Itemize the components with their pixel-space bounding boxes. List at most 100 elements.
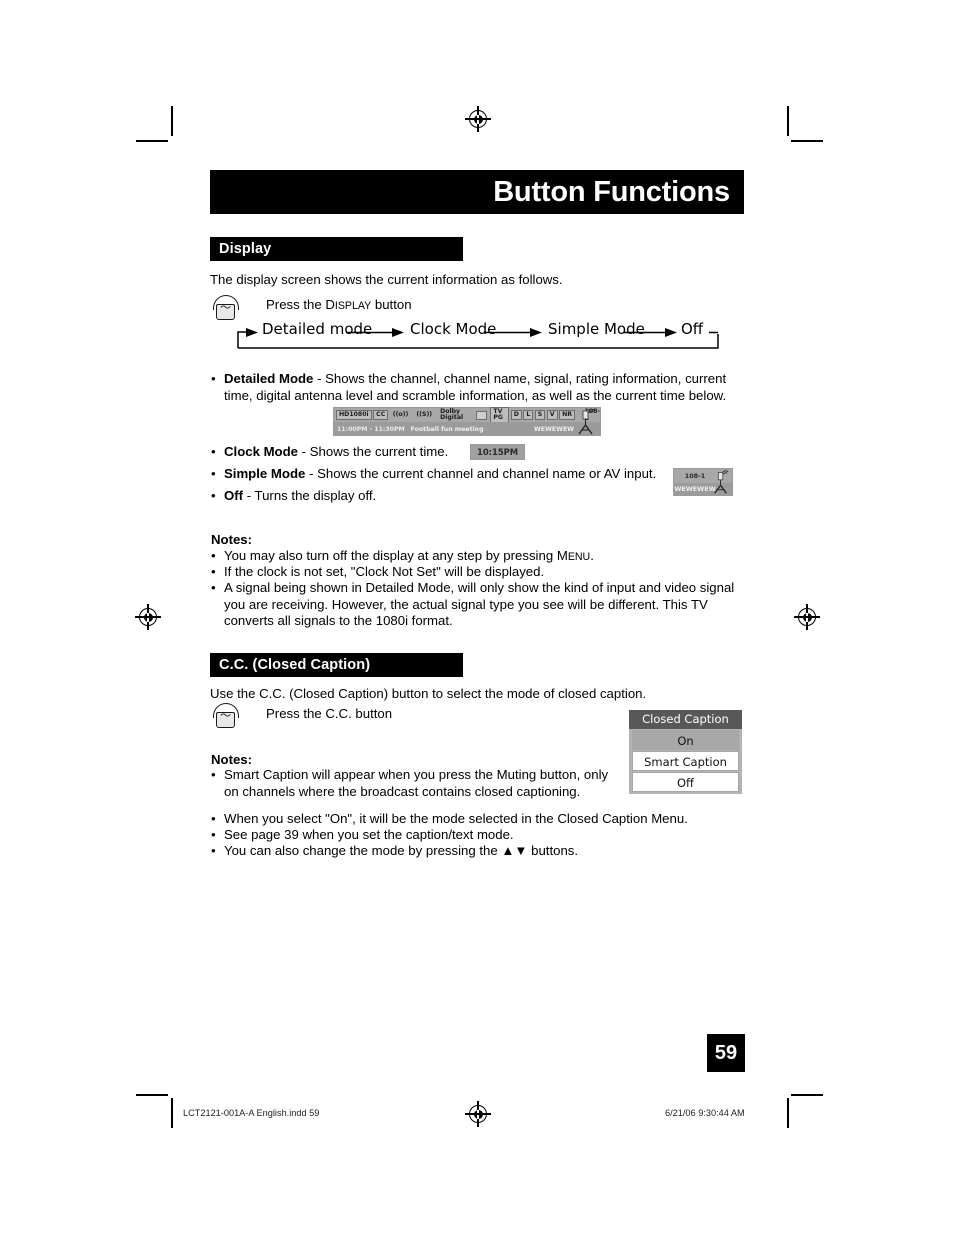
display-note-2: • If the clock is not set, "Clock Not Se… — [211, 564, 741, 581]
bullet-body-clock-mode: - Shows the current time. — [298, 444, 449, 459]
flow-label-clock-mode: Clock Mode — [410, 320, 497, 338]
footer-filename: LCT2121-001A-A English.indd 59 — [183, 1108, 320, 1118]
cc-menu-item-off[interactable]: Off — [632, 772, 739, 792]
cc-note-3-text: See page 39 when you set the caption/tex… — [224, 827, 514, 842]
osd-detailed-row-top: HD1080i CC ((o)) ((S)) Dolby Digital TV … — [334, 406, 600, 424]
display-intro-text: The display screen shows the current inf… — [210, 272, 563, 287]
bullet-simple-mode: • Simple Mode - Shows the current channe… — [211, 466, 681, 483]
crop-mark-top-left-v — [171, 106, 173, 136]
bullet-dot: • — [211, 371, 216, 386]
crop-mark-bottom-left-h — [136, 1094, 168, 1096]
display-note-2-text: If the clock is not set, "Clock Not Set"… — [224, 564, 545, 579]
crop-mark-top-left-h — [136, 140, 168, 142]
cc-note-1: • Smart Caption will appear when you pre… — [211, 767, 611, 800]
bullet-term-detailed-mode: Detailed Mode — [224, 371, 314, 386]
bullet-term-off: Off — [224, 488, 244, 503]
display-mode-flow-diagram: Detailed mode Clock Mode Simple Mode Off — [228, 320, 728, 356]
bullet-dot: • — [211, 811, 216, 826]
osd-rating-tv-chip: TV PG — [490, 406, 510, 424]
bullet-simple-mode-text: Simple Mode - Shows the current channel … — [224, 466, 681, 483]
cc-press-instruction: Press the C.C. button — [266, 706, 393, 721]
osd-detailed-row-bottom: 11:00PM - 11:30PM Football fun meeting W… — [334, 422, 600, 436]
display-press-instruction: Press the DISPLAY button — [266, 297, 566, 314]
manual-page: Button Functions Display The display scr… — [0, 0, 954, 1235]
cc-menu-title: Closed Caption — [629, 710, 742, 729]
antenna-signal-icon — [578, 409, 595, 435]
crop-mark-bottom-right-v — [787, 1098, 789, 1128]
osd-audio-icon: ((o)) — [392, 410, 409, 418]
bullet-dot: • — [211, 843, 216, 858]
cc-menu-item-smart-caption[interactable]: Smart Caption — [632, 751, 739, 771]
bullet-dot: • — [211, 466, 216, 481]
osd-rating-flag-l: L — [523, 409, 534, 421]
cc-note-4: • You can also change the mode by pressi… — [211, 843, 741, 860]
osd-detailed-mode-display: HD1080i CC ((o)) ((S)) Dolby Digital TV … — [333, 406, 601, 436]
flow-label-off: Off — [681, 320, 704, 338]
osd-cc-chip: CC — [373, 409, 389, 421]
bullet-body-simple-mode: - Shows the current channel and channel … — [305, 466, 657, 481]
section-heading-closed-caption: C.C. (Closed Caption) — [210, 653, 463, 677]
bullet-dot: • — [211, 767, 216, 782]
cc-note-2-text: When you select "On", it will be the mod… — [224, 811, 688, 826]
press-text-post: button — [371, 297, 412, 312]
page-number-badge: 59 — [707, 1034, 745, 1072]
crop-mark-top-right-h — [791, 140, 823, 142]
flow-label-detailed-mode: Detailed mode — [262, 320, 373, 338]
cc-notes-heading: Notes: — [211, 752, 253, 767]
bullet-term-clock-mode: Clock Mode — [224, 444, 299, 459]
osd-time-range: 11:00PM - 11:30PM — [337, 425, 405, 433]
cc-note-4-text: You can also change the mode by pressing… — [224, 843, 579, 858]
bullet-detailed-mode: • Detailed Mode - Shows the channel, cha… — [211, 371, 739, 404]
page-title: Button Functions — [210, 170, 744, 214]
bullet-dot: • — [211, 827, 216, 842]
cc-menu-item-on[interactable]: On — [632, 730, 739, 750]
cc-intro-text: Use the C.C. (Closed Caption) button to … — [210, 686, 647, 701]
registration-mark-bottom — [465, 1101, 491, 1127]
osd-program-title: Football fun meeting — [410, 425, 484, 433]
osd-audio-format: Dolby Digital — [440, 407, 464, 421]
osd-format-chip: HD1080i — [336, 409, 372, 421]
display-notes-heading: Notes: — [211, 532, 253, 547]
display-note-1-smallcaps: ENU — [567, 551, 591, 563]
bullet-clock-mode-text: Clock Mode - Shows the current time. — [224, 444, 511, 461]
display-note-1: • You may also turn off the display at a… — [211, 548, 741, 566]
osd-simple-mode-display: 108-1 WEWEWEW — [673, 468, 733, 496]
osd-rating-flag-d: D — [510, 409, 522, 421]
bullet-dot: • — [211, 564, 216, 579]
press-text-smallcaps: ISPLAY — [334, 300, 372, 312]
bullet-body-off: - Turns the display off. — [243, 488, 377, 503]
bullet-clock-mode: • Clock Mode - Shows the current time. — [211, 444, 511, 461]
bullet-dot: • — [211, 580, 216, 595]
bullet-dot: • — [211, 548, 216, 563]
osd-station-name: WEWEWEW — [534, 425, 574, 433]
registration-mark-right — [794, 604, 820, 630]
bullet-term-simple-mode: Simple Mode — [224, 466, 306, 481]
bullet-off-text: Off - Turns the display off. — [224, 488, 511, 505]
registration-mark-left — [135, 604, 161, 630]
footer-timestamp: 6/21/06 9:30:44 AM — [665, 1108, 745, 1118]
display-note-1-pre: You may also turn off the display at any… — [224, 548, 568, 563]
cc-note-3: • See page 39 when you set the caption/t… — [211, 827, 741, 844]
osd-blank-chip — [476, 410, 488, 420]
antenna-signal-icon — [714, 470, 729, 494]
flow-label-simple-mode: Simple Mode — [548, 320, 645, 338]
section-heading-display: Display — [210, 237, 463, 261]
osd-rating-flag-s: S — [534, 409, 546, 421]
bullet-detailed-mode-text: Detailed Mode - Shows the channel, chann… — [224, 371, 739, 404]
osd-signal-icon: ((S)) — [416, 410, 433, 418]
display-note-1-post: . — [590, 548, 594, 563]
display-note-3: • A signal being shown in Detailed Mode,… — [211, 580, 744, 630]
cc-note-2: • When you select "On", it will be the m… — [211, 811, 741, 828]
crop-mark-bottom-right-h — [791, 1094, 823, 1096]
osd-rating-nr-chip: NR — [559, 409, 576, 421]
press-text-pre: Press the D — [266, 297, 335, 312]
bullet-off: • Off - Turns the display off. — [211, 488, 511, 505]
osd-rating-flag-v: V — [546, 409, 558, 421]
bullet-dot: • — [211, 444, 216, 459]
press-button-hand-icon: 〜 — [212, 703, 242, 729]
cc-note-1-text: Smart Caption will appear when you press… — [224, 767, 609, 799]
bullet-dot: • — [211, 488, 216, 503]
display-note-1-text: You may also turn off the display at any… — [224, 548, 741, 566]
crop-mark-bottom-left-v — [171, 1098, 173, 1128]
osd-clock-mode-display: 10:15PM — [470, 444, 526, 460]
